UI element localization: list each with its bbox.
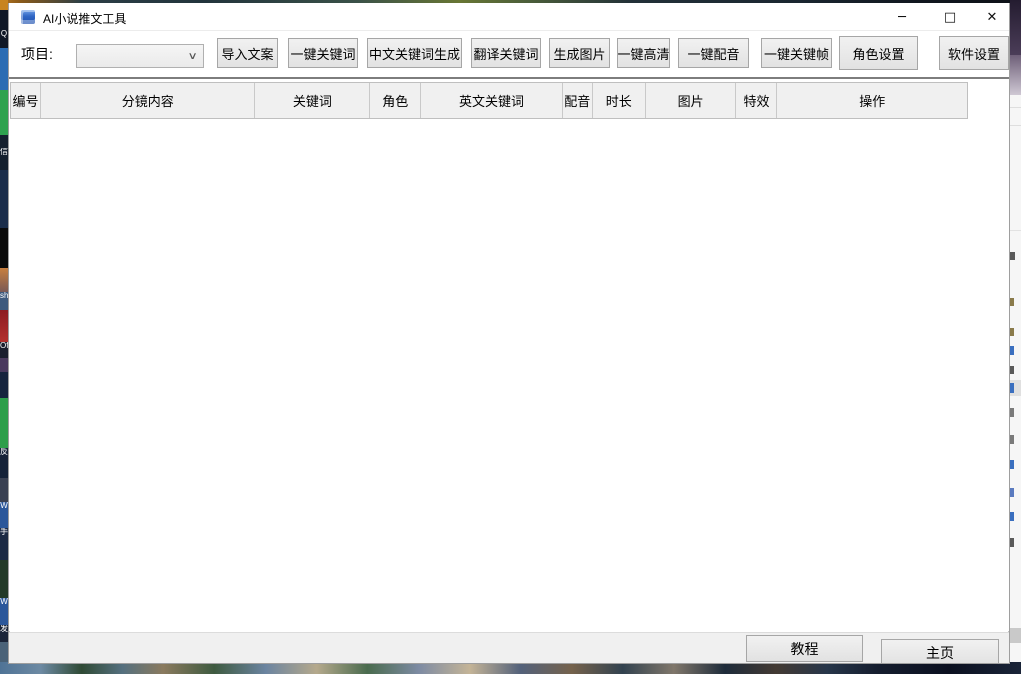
app-icon[interactable] — [21, 10, 35, 24]
desktop-icon-fragment — [0, 310, 8, 342]
fragment-text: 手 — [0, 528, 8, 536]
import-copy-button[interactable]: 导入文案 — [217, 38, 278, 68]
software-settings-button[interactable]: 软件设置 — [939, 36, 1009, 70]
background-window-divider — [1010, 107, 1021, 108]
generate-image-button[interactable]: 生成图片 — [549, 38, 610, 68]
minimize-button[interactable]: ─ — [885, 3, 919, 31]
background-icon-fragment — [1010, 488, 1014, 497]
desktop-fragment — [0, 48, 8, 90]
background-icon-fragment — [1010, 346, 1014, 355]
background-icon-fragment — [1010, 328, 1014, 336]
background-icon-fragment — [1010, 408, 1014, 417]
background-icon-fragment — [1010, 383, 1014, 393]
desktop-fragment — [0, 560, 8, 598]
role-settings-button[interactable]: 角色设置 — [839, 36, 918, 70]
desktop-icon-fragment — [0, 90, 8, 135]
chinese-keyword-generation-button[interactable]: 中文关键词生成 — [367, 38, 462, 68]
window-title: AI小说推文工具 — [43, 10, 126, 27]
title-bar[interactable]: AI小说推文工具 ─ □ ✕ — [9, 3, 1009, 31]
maximize-button[interactable]: □ — [933, 3, 967, 31]
table-header-row: 编号 分镜内容 关键词 角色 英文关键词 配音 时长 图片 特效 操作 — [10, 82, 968, 119]
one-key-keyframe-button[interactable]: 一键关键帧 — [761, 38, 832, 68]
desktop-icon-fragment: 信 — [0, 148, 8, 170]
background-icon-fragment — [1010, 366, 1014, 374]
desktop-icon-fragment: 反 — [0, 448, 8, 478]
background-icon-fragment — [1010, 538, 1014, 547]
column-header-dubbing[interactable]: 配音 — [563, 83, 593, 118]
column-header-storyboard-content[interactable]: 分镜内容 — [41, 83, 256, 118]
column-header-index[interactable]: 编号 — [11, 83, 41, 118]
desktop-edge-right — [1010, 0, 1021, 674]
background-icon-fragment — [1010, 252, 1015, 260]
column-header-english-keywords[interactable]: 英文关键词 — [421, 83, 563, 118]
one-key-hd-button[interactable]: 一键高清 — [617, 38, 670, 68]
desktop-fragment — [0, 135, 8, 148]
fragment-text: 反 — [0, 448, 8, 456]
tutorial-button[interactable]: 教程 — [746, 635, 863, 662]
project-label: 项目: — [21, 44, 53, 64]
background-icon-fragment — [1010, 298, 1014, 306]
fragment-text: Q — [1, 30, 7, 38]
maximize-icon: □ — [944, 10, 956, 25]
desktop-fragment — [0, 228, 8, 268]
background-window-divider — [1010, 125, 1021, 126]
column-header-duration[interactable]: 时长 — [593, 83, 646, 118]
fragment-text: W — [0, 502, 8, 510]
fragment-text: 信 — [0, 148, 8, 156]
desktop-fragment — [1010, 55, 1021, 95]
desktop-icon-fragment: W — [0, 502, 8, 528]
fragment-text: Of — [0, 342, 8, 350]
column-header-role[interactable]: 角色 — [370, 83, 421, 118]
close-button[interactable]: ✕ — [975, 3, 1009, 31]
desktop-fragment — [0, 478, 8, 502]
desktop-fragment — [0, 170, 8, 228]
desktop-icon-fragment: 发 — [0, 625, 8, 642]
chevron-down-icon: ∨ — [187, 51, 197, 62]
background-window-divider — [1010, 230, 1021, 231]
background-icon-fragment — [1010, 512, 1014, 521]
desktop-icon-fragment: Of — [0, 342, 8, 358]
background-icon-fragment — [1010, 435, 1014, 444]
desktop-fragment — [0, 268, 8, 292]
desktop-fragment — [1010, 0, 1021, 55]
desktop-icon-fragment — [0, 398, 8, 448]
one-key-dubbing-button[interactable]: 一键配音 — [678, 38, 749, 68]
column-header-keywords[interactable]: 关键词 — [255, 83, 370, 118]
minimize-icon: ─ — [898, 10, 906, 25]
desktop-edge-left: Q 信 sh Of 反 W 手 W 发 — [0, 0, 8, 674]
project-select[interactable]: ∨ — [76, 44, 204, 68]
desktop-icon-fragment: sh — [0, 292, 8, 310]
home-button[interactable]: 主页 — [881, 639, 999, 664]
desktop-icon-fragment: 手 — [0, 528, 8, 560]
column-header-actions[interactable]: 操作 — [777, 83, 967, 118]
column-header-effects[interactable]: 特效 — [736, 83, 777, 118]
fragment-text: sh — [0, 292, 8, 300]
fragment-text: 发 — [0, 625, 8, 633]
table-body-empty — [10, 119, 1008, 632]
background-icon-fragment — [1010, 460, 1014, 469]
desktop-fragment — [0, 372, 8, 398]
column-header-image[interactable]: 图片 — [646, 83, 737, 118]
translate-keywords-button[interactable]: 翻译关键词 — [471, 38, 541, 68]
desktop-icon-fragment: Q — [0, 30, 8, 48]
desktop-fragment — [0, 358, 8, 372]
desktop-icon-fragment: W — [0, 598, 8, 625]
background-scrollbar-fragment — [1010, 628, 1021, 643]
desktop-fragment — [0, 10, 8, 30]
one-key-keywords-button[interactable]: 一键关键词 — [288, 38, 358, 68]
fragment-text: W — [0, 598, 8, 606]
app-window: AI小说推文工具 ─ □ ✕ 项目: ∨ 导入文案 一键关键词 中文关键词生成 … — [8, 3, 1010, 664]
desktop-fragment — [0, 0, 8, 10]
close-icon: ✕ — [987, 10, 998, 25]
storyboard-table: 编号 分镜内容 关键词 角色 英文关键词 配音 时长 图片 特效 操作 — [9, 77, 1009, 632]
